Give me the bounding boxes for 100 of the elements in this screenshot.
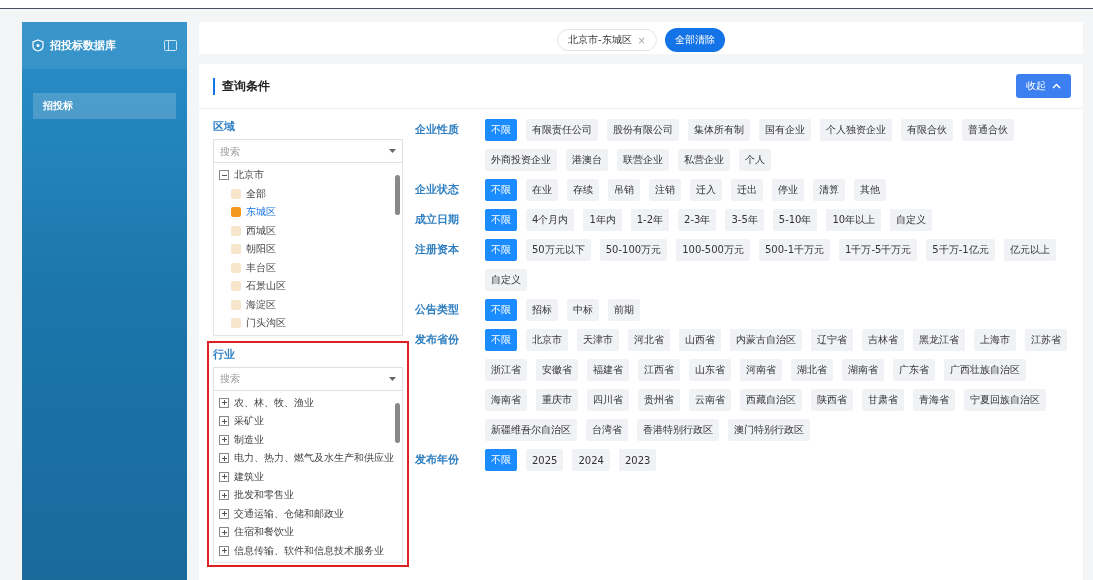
region-search-field[interactable]: 搜索 [213, 139, 403, 163]
tree-item[interactable]: 西城区 [246, 223, 276, 238]
filter-option[interactable]: 河北省 [628, 329, 670, 351]
tree-item[interactable]: 农、林、牧、渔业 [234, 395, 314, 410]
checkbox[interactable] [231, 281, 241, 292]
filter-option[interactable]: 前期 [608, 299, 640, 321]
clear-all-button[interactable]: 全部清除 [665, 28, 725, 52]
filter-option[interactable]: 云南省 [689, 389, 731, 411]
filter-option[interactable]: 50-100万元 [599, 239, 668, 261]
filter-option[interactable]: 注销 [649, 179, 681, 201]
checkbox[interactable] [231, 244, 241, 255]
filter-option[interactable]: 贵州省 [638, 389, 680, 411]
tree-item[interactable]: 电力、热力、燃气及水生产和供应业 [234, 451, 394, 466]
filter-option[interactable]: 山东省 [689, 359, 731, 381]
expand-icon[interactable] [219, 453, 229, 464]
filter-option[interactable]: 吉林省 [862, 329, 904, 351]
tree-item[interactable]: 全部 [246, 186, 266, 201]
filter-option[interactable]: 迁出 [731, 179, 763, 201]
expand-icon[interactable] [219, 434, 229, 445]
filter-option[interactable]: 5-10年 [772, 209, 818, 231]
filter-option[interactable]: 清算 [813, 179, 845, 201]
filter-option[interactable]: 外商投资企业 [485, 149, 557, 171]
expand-icon[interactable] [219, 471, 229, 482]
filter-option[interactable]: 内蒙古自治区 [730, 329, 802, 351]
filter-option[interactable]: 福建省 [587, 359, 629, 381]
tree-item[interactable]: 采矿业 [234, 414, 264, 429]
filter-option[interactable]: 1千万-5千万元 [839, 239, 918, 261]
filter-option[interactable]: 存续 [567, 179, 599, 201]
tree-item[interactable]: 住宿和餐饮业 [234, 525, 294, 540]
filter-option[interactable]: 有限责任公司 [526, 119, 598, 141]
filter-option[interactable]: 2023 [618, 449, 657, 471]
checkbox[interactable] [231, 188, 241, 199]
filter-option[interactable]: 香港特别行政区 [637, 419, 719, 441]
tree-item[interactable]: 门头沟区 [246, 316, 286, 331]
filter-option[interactable]: 停业 [772, 179, 804, 201]
filter-option[interactable]: 中标 [567, 299, 599, 321]
filter-option[interactable]: 重庆市 [536, 389, 578, 411]
filter-option[interactable]: 天津市 [577, 329, 619, 351]
tree-item[interactable]: 石景山区 [246, 279, 286, 294]
filter-option[interactable]: 3-5年 [725, 209, 764, 231]
filter-option[interactable]: 西藏自治区 [740, 389, 802, 411]
filter-option[interactable]: 2025 [526, 449, 564, 471]
filter-option[interactable]: 湖南省 [842, 359, 884, 381]
filter-option[interactable]: 普通合伙 [962, 119, 1014, 141]
filter-option[interactable]: 澳门特别行政区 [728, 419, 810, 441]
filter-option[interactable]: 陕西省 [811, 389, 853, 411]
filter-option[interactable]: 辽宁省 [811, 329, 853, 351]
tree-item[interactable]: 建筑业 [234, 469, 264, 484]
filter-option[interactable]: 浙江省 [485, 359, 527, 381]
tree-item[interactable]: 海淀区 [246, 297, 276, 312]
checkbox[interactable] [231, 318, 241, 329]
filter-option[interactable]: 新疆维吾尔自治区 [485, 419, 577, 441]
filter-option[interactable]: 港澳台 [566, 149, 608, 171]
filter-option[interactable]: 吊销 [608, 179, 640, 201]
filter-option[interactable]: 北京市 [526, 329, 568, 351]
filter-option[interactable]: 宁夏回族自治区 [964, 389, 1046, 411]
filter-option[interactable]: 迁入 [690, 179, 722, 201]
filter-option[interactable]: 海南省 [485, 389, 527, 411]
filter-option[interactable]: 个人独资企业 [820, 119, 892, 141]
filter-option[interactable]: 安徽省 [536, 359, 578, 381]
sidebar-toggle-icon[interactable] [164, 40, 177, 51]
filter-option[interactable]: 四川省 [587, 389, 629, 411]
tree-item[interactable]: 东城区 [246, 205, 276, 220]
tree-item[interactable]: 制造业 [234, 432, 264, 447]
checkbox[interactable] [231, 299, 241, 310]
expand-icon[interactable] [219, 416, 229, 427]
filter-option[interactable]: 个人 [739, 149, 771, 171]
industry-search-field[interactable]: 搜索 [213, 366, 403, 391]
tree-item[interactable]: 批发和零售业 [234, 488, 294, 503]
filter-option[interactable]: 自定义 [485, 269, 527, 291]
filter-option[interactable]: 山西省 [679, 329, 721, 351]
filter-option[interactable]: 其他 [854, 179, 886, 201]
tree-item[interactable]: 信息传输、软件和信息技术服务业 [234, 543, 384, 558]
filter-option[interactable]: 甘肃省 [862, 389, 904, 411]
filter-option[interactable]: 集体所有制 [688, 119, 750, 141]
checkbox[interactable] [231, 262, 241, 273]
filter-option[interactable]: 黑龙江省 [913, 329, 965, 351]
filter-option[interactable]: 招标 [526, 299, 558, 321]
filter-option[interactable]: 股份有限公司 [607, 119, 679, 141]
collapse-button[interactable]: 收起 [1016, 74, 1071, 98]
filter-option[interactable]: 广东省 [893, 359, 935, 381]
expand-icon[interactable] [219, 490, 229, 501]
filter-option[interactable]: 自定义 [890, 209, 933, 231]
filter-option[interactable]: 100-500万元 [676, 239, 750, 261]
filter-option[interactable]: 亿元以上 [1003, 239, 1056, 261]
filter-option[interactable]: 上海市 [974, 329, 1016, 351]
expand-icon[interactable] [219, 508, 229, 519]
tree-item[interactable]: 交通运输、仓储和邮政业 [234, 506, 344, 521]
filter-option[interactable]: 10年以上 [826, 209, 882, 231]
collapse-icon[interactable] [219, 170, 229, 181]
filter-option[interactable]: 江西省 [638, 359, 680, 381]
filter-option[interactable]: 广西壮族自治区 [944, 359, 1026, 381]
filter-option[interactable]: 2-3年 [678, 209, 717, 231]
filter-option[interactable]: 4个月内 [526, 209, 575, 231]
filter-option[interactable]: 江苏省 [1025, 329, 1067, 351]
tree-item[interactable]: 朝阳区 [246, 242, 276, 257]
filter-option[interactable]: 1-2年 [630, 209, 670, 231]
filter-option[interactable]: 2024 [572, 449, 610, 471]
filter-option[interactable]: 5千万-1亿元 [926, 239, 995, 261]
checkbox[interactable] [231, 225, 241, 236]
